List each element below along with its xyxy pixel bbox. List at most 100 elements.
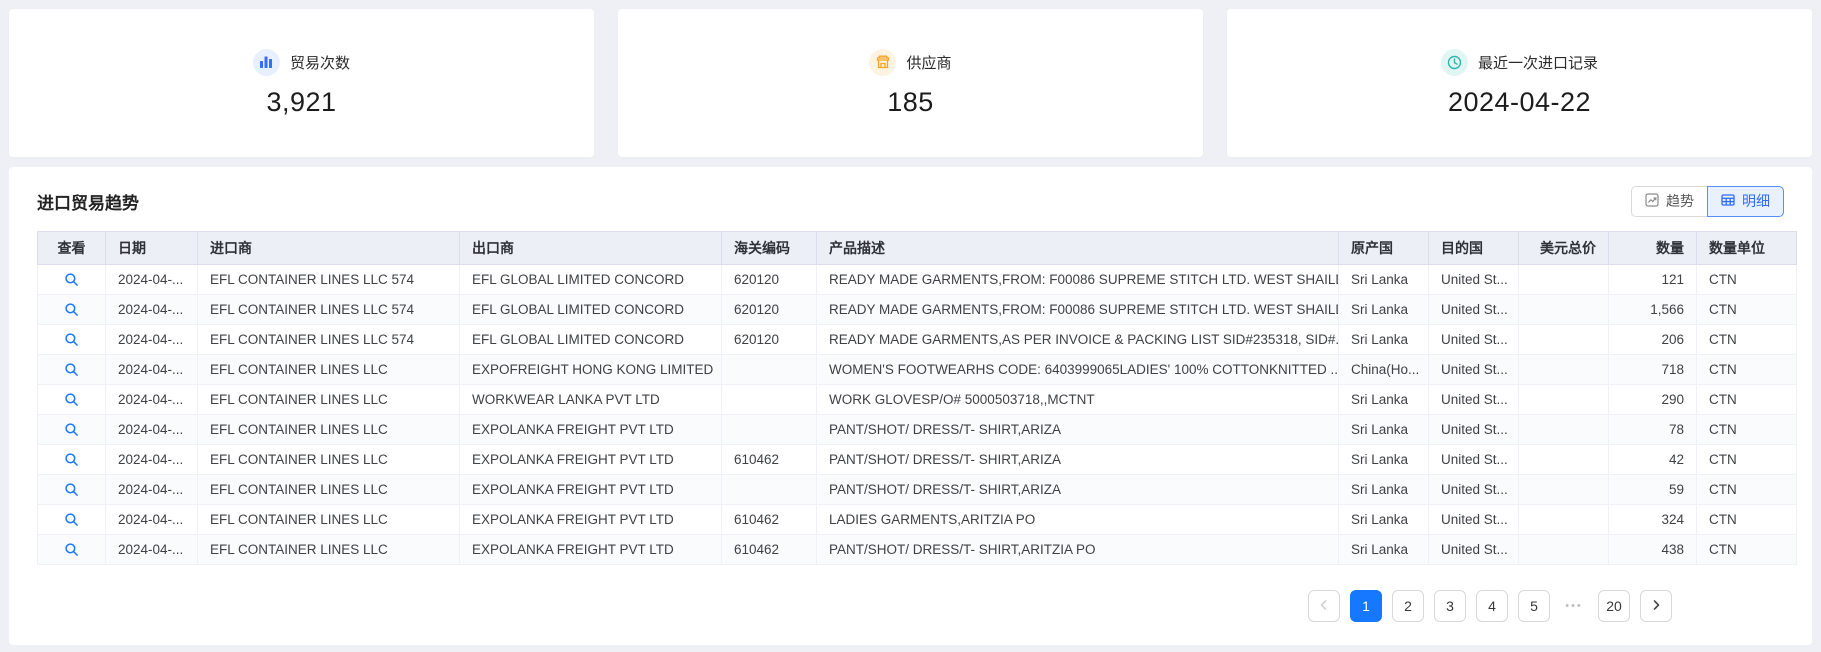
cell-exporter: EXPOLANKA FREIGHT PVT LTD bbox=[459, 474, 722, 505]
column-header-date: 日期 bbox=[105, 231, 198, 265]
cell-destination: United St... bbox=[1428, 504, 1519, 535]
cell-importer: EFL CONTAINER LINES LLC bbox=[197, 384, 460, 415]
cell-unit: CTN bbox=[1696, 444, 1797, 475]
cell-destination: United St... bbox=[1428, 444, 1519, 475]
cell-exporter: EXPOFREIGHT HONG KONG LIMITED bbox=[459, 354, 722, 385]
cell-usd_total bbox=[1518, 444, 1609, 475]
column-header-importer: 进口商 bbox=[197, 231, 460, 265]
stat-card-label: 贸易次数 bbox=[289, 54, 350, 72]
cell-hs_code: 610462 bbox=[721, 534, 817, 565]
magnifier-icon bbox=[64, 362, 79, 380]
table-row: 2024-04-... EFL CONTAINER LINES LLC EXPOLA… bbox=[37, 414, 1797, 445]
view-record-button[interactable] bbox=[60, 330, 83, 350]
cell-usd_total bbox=[1518, 294, 1609, 325]
cell-date: 2024-04-... bbox=[105, 444, 198, 475]
cell-exporter: EXPOLANKA FREIGHT PVT LTD bbox=[459, 534, 722, 565]
cell-hs_code: 610462 bbox=[721, 504, 817, 535]
cell-description: PANT/SHOT/ DRESS/T- SHIRT,ARIZA bbox=[816, 414, 1339, 445]
table-row: 2024-04-... EFL CONTAINER LINES LLC 574 EF… bbox=[37, 324, 1797, 355]
cell-hs_code bbox=[721, 354, 817, 385]
view-record-button[interactable] bbox=[60, 390, 83, 410]
page-button-4[interactable]: 4 bbox=[1476, 590, 1508, 622]
cell-exporter: EXPOLANKA FREIGHT PVT LTD bbox=[459, 444, 722, 475]
cell-exporter: EFL GLOBAL LIMITED CONCORD bbox=[459, 324, 722, 355]
cell-usd_total bbox=[1518, 264, 1609, 295]
cell-exporter: EXPOLANKA FREIGHT PVT LTD bbox=[459, 504, 722, 535]
cell-usd_total bbox=[1518, 534, 1609, 565]
column-header-hs_code: 海关编码 bbox=[721, 231, 817, 265]
bar-chart-icon bbox=[252, 48, 280, 76]
cell-unit: CTN bbox=[1696, 534, 1797, 565]
clock-icon bbox=[1440, 48, 1468, 76]
cell-destination: United St... bbox=[1428, 534, 1519, 565]
cell-exporter: EFL GLOBAL LIMITED CONCORD bbox=[459, 264, 722, 295]
cell-unit: CTN bbox=[1696, 354, 1797, 385]
cell-hs_code bbox=[721, 384, 817, 415]
stat-card-latest-import: 最近一次进口记录 2024-04-22 bbox=[1227, 9, 1812, 157]
cell-destination: United St... bbox=[1428, 354, 1519, 385]
cell-origin: Sri Lanka bbox=[1338, 294, 1429, 325]
cell-date: 2024-04-... bbox=[105, 324, 198, 355]
stat-cards: 贸易次数 3,921 供应商 185 最近一次进口记录 2024-04-22 bbox=[9, 9, 1812, 157]
page-button-1[interactable]: 1 bbox=[1350, 590, 1382, 622]
next-page-button[interactable] bbox=[1640, 590, 1672, 622]
page-button-5[interactable]: 5 bbox=[1518, 590, 1550, 622]
cell-importer: EFL CONTAINER LINES LLC bbox=[197, 354, 460, 385]
cell-unit: CTN bbox=[1696, 294, 1797, 325]
view-record-button[interactable] bbox=[60, 420, 83, 440]
cell-usd_total bbox=[1518, 474, 1609, 505]
column-header-exporter: 出口商 bbox=[459, 231, 722, 265]
table-row: 2024-04-... EFL CONTAINER LINES LLC EXPOLA… bbox=[37, 444, 1797, 475]
trend-view-button[interactable]: 趋势 bbox=[1631, 185, 1708, 217]
cell-origin: Sri Lanka bbox=[1338, 534, 1429, 565]
cell-origin: Sri Lanka bbox=[1338, 414, 1429, 445]
view-record-button[interactable] bbox=[60, 510, 83, 530]
view-record-button[interactable] bbox=[60, 360, 83, 380]
cell-hs_code bbox=[721, 474, 817, 505]
cell-destination: United St... bbox=[1428, 474, 1519, 505]
cell-importer: EFL CONTAINER LINES LLC 574 bbox=[197, 324, 460, 355]
cell-origin: China(Ho... bbox=[1338, 354, 1429, 385]
view-cell bbox=[37, 504, 106, 535]
view-cell bbox=[37, 354, 106, 385]
pagination-ellipsis: ••• bbox=[1565, 600, 1583, 612]
cell-origin: Sri Lanka bbox=[1338, 384, 1429, 415]
cell-date: 2024-04-... bbox=[105, 384, 198, 415]
view-record-button[interactable] bbox=[60, 450, 83, 470]
magnifier-icon bbox=[64, 542, 79, 560]
stat-card-value: 185 bbox=[887, 86, 934, 117]
view-record-button[interactable] bbox=[60, 270, 83, 290]
detail-view-button[interactable]: 明细 bbox=[1707, 185, 1784, 217]
cell-hs_code: 620120 bbox=[721, 294, 817, 325]
cell-usd_total bbox=[1518, 504, 1609, 535]
cell-unit: CTN bbox=[1696, 324, 1797, 355]
page-button-2[interactable]: 2 bbox=[1392, 590, 1424, 622]
pagination: 12345 ••• 20 bbox=[37, 590, 1784, 622]
cell-hs_code: 610462 bbox=[721, 444, 817, 475]
view-record-button[interactable] bbox=[60, 300, 83, 320]
cell-date: 2024-04-... bbox=[105, 534, 198, 565]
panel-title: 进口贸易趋势 bbox=[37, 193, 139, 213]
view-cell bbox=[37, 384, 106, 415]
cell-destination: United St... bbox=[1428, 414, 1519, 445]
cell-quantity: 42 bbox=[1608, 444, 1697, 475]
cell-importer: EFL CONTAINER LINES LLC bbox=[197, 414, 460, 445]
table-grid-icon bbox=[1721, 193, 1735, 210]
table-row: 2024-04-... EFL CONTAINER LINES LLC 574 EF… bbox=[37, 264, 1797, 295]
cell-description: WOMEN'S FOOTWEARHS CODE: 6403999065LADIE… bbox=[816, 354, 1339, 385]
cell-usd_total bbox=[1518, 414, 1609, 445]
cell-description: LADIES GARMENTS,ARITZIA PO bbox=[816, 504, 1339, 535]
page-button-last[interactable]: 20 bbox=[1598, 590, 1630, 622]
view-record-button[interactable] bbox=[60, 540, 83, 560]
cell-origin: Sri Lanka bbox=[1338, 504, 1429, 535]
cell-hs_code: 620120 bbox=[721, 324, 817, 355]
view-record-button[interactable] bbox=[60, 480, 83, 500]
cell-quantity: 290 bbox=[1608, 384, 1697, 415]
previous-page-button[interactable] bbox=[1308, 590, 1340, 622]
cell-quantity: 438 bbox=[1608, 534, 1697, 565]
column-header-description: 产品描述 bbox=[816, 231, 1339, 265]
page-button-3[interactable]: 3 bbox=[1434, 590, 1466, 622]
stat-card-value: 2024-04-22 bbox=[1447, 86, 1592, 117]
cell-description: PANT/SHOT/ DRESS/T- SHIRT,ARITZIA PO bbox=[816, 534, 1339, 565]
trade-records-table: 查看 日期 进口商 出口商 海关编码 产品描述 原产国 目的国 美元总价 数量 数量单位 2024-… bbox=[37, 231, 1797, 565]
